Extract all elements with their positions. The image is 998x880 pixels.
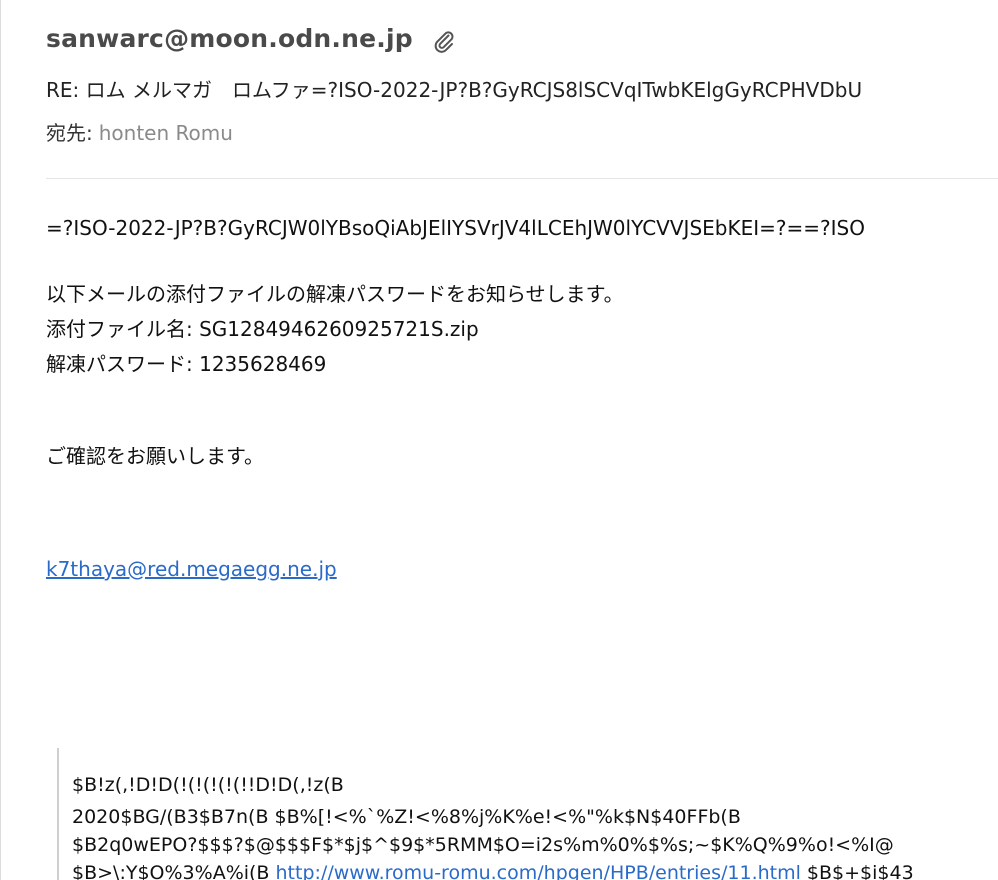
quote-line: $B!z(,!D!D(!(!(!(!(!!D!D(,!z(B [72,774,344,796]
quote-bar [57,748,59,880]
quote-line-with-url: $B>\:Y$O%3%A%i(B http://www.romu-romu.co… [72,862,998,880]
recipient-label: 宛先: [46,121,93,145]
recipient-line: 宛先: honten Romu [46,117,233,146]
body-line-password: 解凍パスワード: 1235628469 [46,352,327,376]
header-divider [46,178,998,179]
paperclip-icon[interactable] [432,28,456,54]
email-link[interactable]: k7thaya@red.megaegg.ne.jp [46,557,337,581]
quote-text: $B$+$i$43 [800,862,914,880]
body-line-confirm: ご確認をお願いします。 [46,444,264,468]
quote-url-link[interactable]: http://www.romu-romu.com/hpgen/HPB/entri… [276,862,801,880]
body-line-attachment-name: 添付ファイル名: SG1284946260925721S.zip [46,317,479,341]
quote-line: 2020$BG/(B3$B7n(B $B%[!<%`%Z!<%8%j%K%e!<… [72,806,741,828]
email-subject: RE: ロム メルマガ ロムファ=?ISO-2022-JP?B?GyRCJS8l… [46,78,863,102]
encoded-subject-line: =?ISO-2022-JP?B?GyRCJW0lYBsoQiAbJElIYSVr… [46,216,865,240]
recipient-name[interactable]: honten Romu [99,121,233,145]
sender-address[interactable]: sanwarc@moon.odn.ne.jp [46,24,413,53]
quote-line: $B2q0wEPO?$$$?$@$$$F$*$j$^$9$*5RMM$O=i2s… [72,834,894,856]
body-line-notice: 以下メールの添付ファイルの解凍パスワードをお知らせします。 [46,282,624,306]
window-left-edge [0,0,1,880]
quote-text: $B>\:Y$O%3%A%i(B [72,862,276,880]
